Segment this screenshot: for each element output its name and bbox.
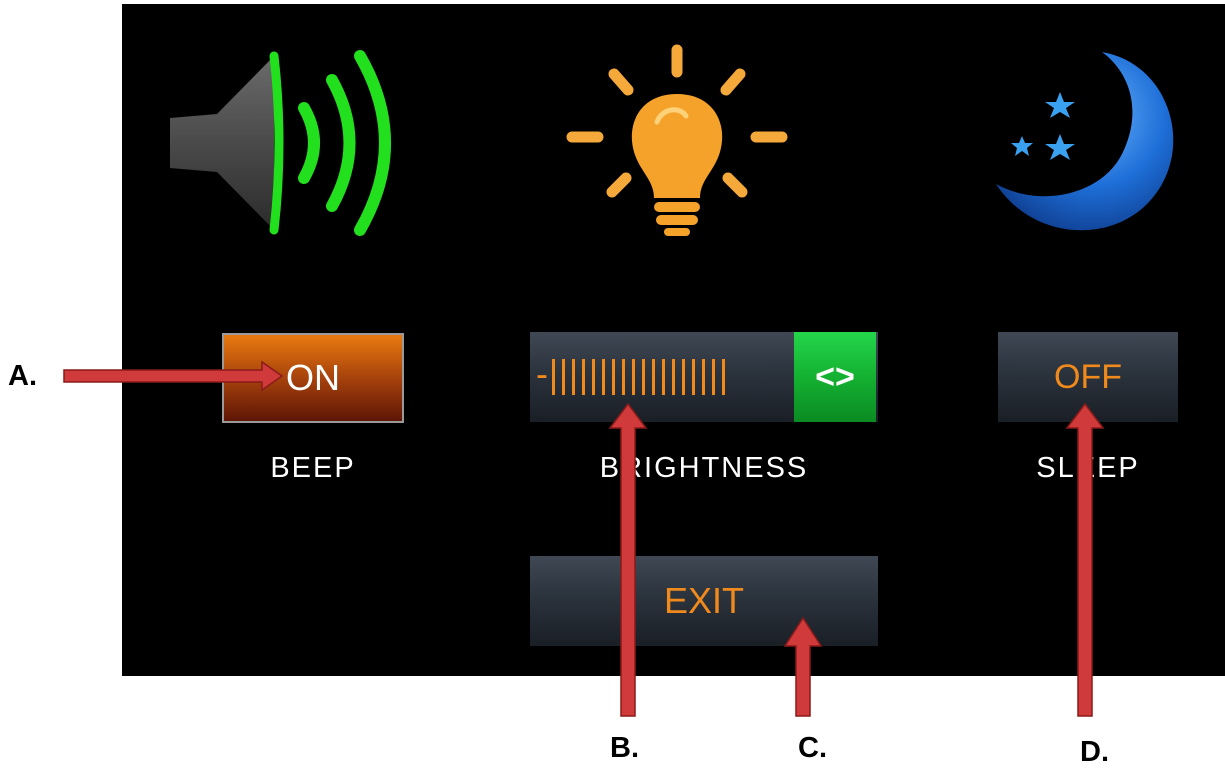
arrow-a — [63, 360, 284, 392]
arrow-c — [783, 616, 823, 717]
annotation-d: D. — [1080, 736, 1109, 768]
arrow-b — [608, 402, 648, 717]
annotation-b: B. — [610, 732, 639, 764]
arrow-d — [1065, 402, 1105, 717]
annotation-a: A. — [8, 360, 37, 392]
annotation-arrows — [63, 360, 1105, 717]
annotation-c: C. — [798, 732, 827, 764]
